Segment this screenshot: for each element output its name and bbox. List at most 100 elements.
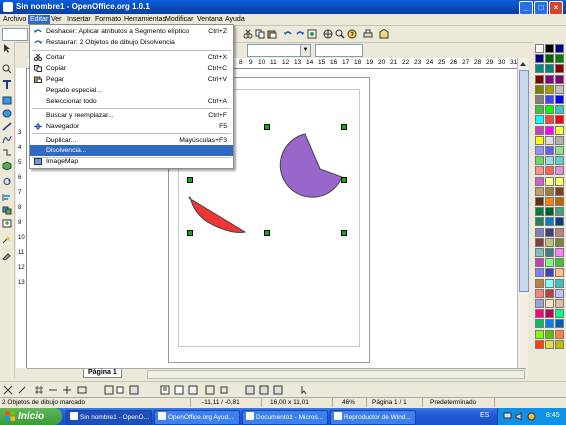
menu-ver[interactable]: Ver [49, 15, 64, 24]
selection-handle[interactable] [264, 124, 270, 130]
color-swatch[interactable] [555, 319, 564, 329]
color-swatch[interactable] [555, 84, 564, 94]
color-swatch[interactable] [545, 64, 554, 74]
color-swatch[interactable] [555, 207, 564, 217]
exit-all-groups-icon[interactable] [245, 385, 255, 395]
color-swatch[interactable] [555, 44, 564, 53]
color-swatch[interactable] [535, 95, 544, 104]
color-swatch[interactable] [545, 278, 554, 288]
color-swatch[interactable] [535, 258, 544, 268]
3d-object-icon[interactable] [2, 161, 12, 170]
color-swatch[interactable] [555, 146, 564, 155]
snap-lines-icon[interactable] [48, 385, 58, 395]
horizontal-scrollbar[interactable] [147, 370, 525, 379]
menu-item-cut[interactable]: Cortar Ctrl+X [30, 52, 233, 63]
pointer-icon[interactable] [300, 385, 310, 395]
text-tool-icon[interactable] [2, 80, 12, 89]
align-tool-icon[interactable] [2, 193, 12, 202]
color-swatch[interactable] [535, 115, 544, 125]
color-swatch[interactable] [545, 237, 554, 247]
simple-handles-icon[interactable] [205, 385, 215, 395]
color-swatch[interactable] [555, 115, 564, 125]
gallery-icon[interactable] [307, 29, 317, 39]
double-click-text-icon[interactable] [160, 385, 170, 395]
selection-handle[interactable] [187, 177, 193, 183]
color-swatch[interactable] [555, 268, 564, 278]
color-swatch[interactable] [535, 54, 544, 64]
rotate-tool-icon[interactable] [2, 177, 12, 186]
color-swatch[interactable] [535, 166, 544, 176]
points-icon[interactable] [17, 385, 27, 395]
eyedropper-icon[interactable] [2, 251, 12, 260]
color-swatch[interactable] [555, 64, 564, 74]
color-swatch[interactable] [545, 309, 554, 319]
select-text-area-icon[interactable] [188, 385, 198, 395]
color-swatch[interactable] [555, 227, 564, 237]
color-swatch[interactable] [545, 166, 554, 176]
color-swatch[interactable] [555, 197, 564, 206]
color-swatch[interactable] [535, 64, 544, 74]
color-swatch[interactable] [535, 105, 544, 115]
color-swatch[interactable] [535, 237, 544, 247]
line-tool-icon[interactable] [2, 122, 12, 131]
menu-item-copy[interactable]: Copiar Ctrl+C [30, 63, 233, 74]
menu-insertar[interactable]: Insertar [65, 15, 93, 24]
color-swatch[interactable] [555, 105, 564, 115]
color-swatch[interactable] [535, 339, 544, 349]
color-swatch[interactable] [535, 197, 544, 206]
paste-icon[interactable] [267, 29, 277, 39]
quick-edit-icon[interactable] [174, 385, 184, 395]
rotate-mode-icon[interactable] [3, 385, 13, 395]
color-swatch[interactable] [535, 278, 544, 288]
color-swatch[interactable] [555, 186, 564, 196]
zoom-icon[interactable] [335, 29, 345, 39]
ellipse-tool-icon[interactable] [2, 109, 12, 118]
color-swatch[interactable] [535, 217, 544, 227]
color-swatch[interactable] [535, 176, 544, 186]
color-swatch[interactable] [545, 54, 554, 64]
task-media-player[interactable]: Reproductor de Wind... [330, 410, 416, 425]
color-swatch[interactable] [545, 156, 554, 166]
color-swatch[interactable] [535, 186, 544, 196]
curve-tool-icon[interactable] [2, 135, 12, 144]
task-sin-nombre1[interactable]: Sin nombre1 - OpenO... [66, 410, 152, 425]
color-swatch[interactable] [535, 207, 544, 217]
color-swatch[interactable] [545, 105, 554, 115]
color-swatch[interactable] [535, 44, 544, 53]
color-swatch[interactable] [545, 135, 554, 145]
color-swatch[interactable] [545, 176, 554, 186]
color-swatch[interactable] [555, 278, 564, 288]
color-swatch[interactable] [555, 339, 564, 349]
color-swatch[interactable] [545, 319, 554, 329]
snap-margins-icon[interactable] [104, 385, 114, 395]
help-icon[interactable] [347, 29, 357, 39]
menu-modificar[interactable]: Modificar [163, 15, 195, 24]
language-indicator[interactable]: ES [480, 412, 489, 419]
close-button[interactable]: × [549, 1, 563, 15]
color-swatch[interactable] [545, 258, 554, 268]
menu-archivo[interactable]: Archivo [1, 15, 28, 24]
color-swatch[interactable] [535, 329, 544, 339]
scrollbar-thumb[interactable] [519, 70, 529, 292]
color-swatch[interactable] [555, 237, 564, 247]
color-swatch[interactable] [545, 339, 554, 349]
menu-item-find-replace[interactable]: Buscar y reemplazar... Ctrl+F [30, 110, 233, 121]
task-documento1[interactable]: Documento1 - Micros... [242, 410, 328, 425]
zoom-tool-icon[interactable] [2, 64, 12, 73]
tray-app-icon[interactable] [527, 412, 536, 421]
line-style-select[interactable]: ▼ [247, 44, 311, 57]
menu-item-restore[interactable]: Restaurar: 2 Objetos de dibujo Disolvenc… [30, 37, 233, 48]
insert-tool-icon[interactable] [2, 219, 12, 228]
menu-item-imagemap[interactable]: ImageMap [30, 156, 233, 167]
selection-handle[interactable] [264, 230, 270, 236]
color-swatch[interactable] [555, 54, 564, 64]
network-icon[interactable] [503, 412, 512, 421]
color-swatch[interactable] [535, 74, 544, 84]
copy-icon[interactable] [255, 29, 265, 39]
color-swatch[interactable] [545, 74, 554, 84]
color-swatch[interactable] [535, 227, 544, 237]
url-field[interactable] [2, 28, 28, 41]
color-swatch[interactable] [535, 309, 544, 319]
maximize-button[interactable]: □ [534, 1, 548, 15]
print-icon[interactable] [363, 29, 373, 39]
